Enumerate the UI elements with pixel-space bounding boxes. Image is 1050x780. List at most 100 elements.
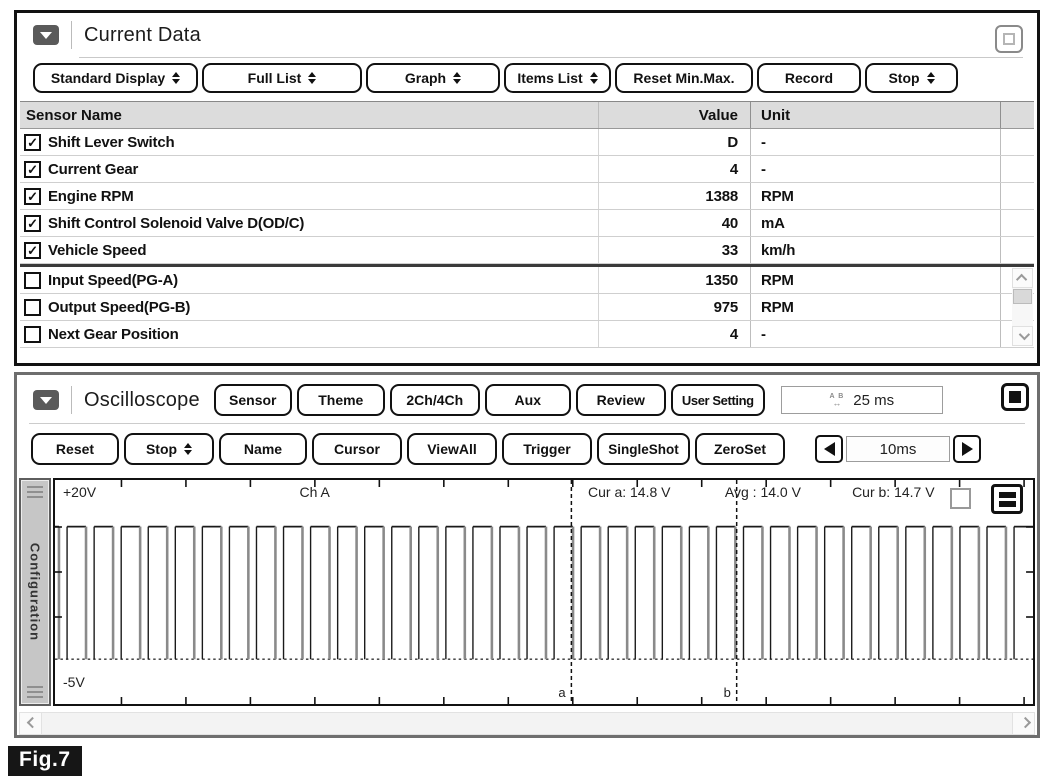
chevron-down-icon (1018, 329, 1029, 340)
row-checkbox[interactable]: ✓ (24, 134, 41, 151)
horizontal-scrollbar[interactable] (19, 712, 1035, 735)
cursor-button[interactable]: Cursor (312, 433, 402, 465)
scope-display[interactable]: +20V Ch A Cur a: 14.8 V Avg : 14.0 V Cur… (53, 478, 1035, 706)
sensor-value: 975 (598, 294, 750, 320)
title-divider (71, 21, 72, 49)
table-row[interactable]: Input Speed(PG-A) 1350 RPM (20, 267, 1034, 294)
reset-minmax-button[interactable]: Reset Min.Max. (615, 63, 753, 93)
view-mode-select[interactable]: Graph (366, 63, 500, 93)
restore-icon (1003, 33, 1015, 45)
window-toggle-button[interactable] (1001, 383, 1029, 411)
table-row[interactable]: ✓ Vehicle Speed 33 km/h (20, 237, 1034, 264)
table-row[interactable]: ✓ Engine RPM 1388 RPM (20, 183, 1034, 210)
updown-arrows-icon (172, 72, 180, 84)
cursor-a-marker[interactable]: a (558, 685, 565, 700)
chevron-right-icon (1019, 716, 1030, 727)
row-checkbox[interactable] (24, 272, 41, 289)
sensor-value: 4 (598, 321, 750, 347)
filled-square-icon (1009, 391, 1021, 403)
triangle-left-icon (824, 442, 835, 456)
row-checkbox[interactable]: ✓ (24, 161, 41, 178)
aux-button[interactable]: Aux (485, 384, 571, 416)
current-data-titlebar: Current Data (17, 13, 1037, 57)
theme-button[interactable]: Theme (297, 384, 385, 416)
run-state-select[interactable]: Stop (124, 433, 214, 465)
trigger-button[interactable]: Trigger (502, 433, 592, 465)
sensor-name-cell: ✓ Current Gear (20, 161, 598, 178)
cursor-b-marker[interactable]: b (724, 685, 731, 700)
sensor-unit: - (750, 129, 1000, 155)
cursor-a-readout: Cur a: 14.8 V (588, 484, 671, 500)
display-mode-select[interactable]: Standard Display (33, 63, 198, 93)
record-button[interactable]: Record (757, 63, 861, 93)
triangle-right-icon (962, 442, 973, 456)
scroll-right-button[interactable] (1012, 713, 1034, 734)
items-list-select[interactable]: Items List (504, 63, 611, 93)
table-row[interactable]: Next Gear Position 4 - (20, 321, 1034, 348)
updown-arrows-icon (184, 443, 192, 455)
timebase-readout: 10ms (846, 436, 950, 462)
run-state-select[interactable]: Stop (865, 63, 958, 93)
view-all-button[interactable]: ViewAll (407, 433, 497, 465)
collapse-button[interactable] (33, 25, 59, 45)
cursor-b-readout: Cur b: 14.7 V (852, 484, 935, 500)
chevron-left-icon (26, 716, 37, 727)
sensor-unit: RPM (750, 183, 1000, 209)
ab-cursor-time-icon: A B ↔ (829, 393, 844, 408)
row-gutter (1000, 156, 1034, 182)
sensor-name-cell: Output Speed(PG-B) (20, 299, 598, 316)
sensor-button[interactable]: Sensor (214, 384, 292, 416)
header-unit: Unit (750, 102, 1000, 128)
bars-icon (999, 492, 1016, 498)
name-button[interactable]: Name (219, 433, 307, 465)
sensor-name-cell: ✓ Engine RPM (20, 188, 598, 205)
sensor-unit: mA (750, 210, 1000, 236)
window-restore-button[interactable] (995, 25, 1023, 53)
table-row[interactable]: Output Speed(PG-B) 975 RPM (20, 294, 1034, 321)
figure-canvas: Current Data Standard Display Full List … (0, 0, 1050, 780)
user-setting-button[interactable]: User Setting (671, 384, 765, 416)
updown-arrows-icon (590, 72, 598, 84)
table-row[interactable]: ✓ Current Gear 4 - (20, 156, 1034, 183)
timebase-decrease-button[interactable] (815, 435, 843, 463)
sensor-name: Current Gear (48, 161, 138, 178)
chevron-down-icon (40, 397, 52, 404)
zero-set-button[interactable]: ZeroSet (695, 433, 785, 465)
row-checkbox[interactable] (24, 299, 41, 316)
channels-button[interactable]: 2Ch/4Ch (390, 384, 480, 416)
vertical-scrollbar[interactable] (1012, 268, 1033, 346)
scroll-thumb[interactable] (1013, 289, 1032, 304)
sensor-name-cell: ✓ Vehicle Speed (20, 242, 598, 259)
oscilloscope-toolbar-1: Sensor Theme 2Ch/4Ch Aux Review User Set… (214, 384, 765, 416)
row-checkbox[interactable]: ✓ (24, 188, 41, 205)
scroll-up-button[interactable] (1012, 268, 1033, 288)
row-checkbox[interactable] (24, 326, 41, 343)
scroll-down-button[interactable] (1012, 326, 1033, 346)
table-row[interactable]: ✓ Shift Control Solenoid Valve D(OD/C) 4… (20, 210, 1034, 237)
scope-checkbox[interactable] (950, 488, 971, 509)
list-mode-select[interactable]: Full List (202, 63, 362, 93)
configuration-tab[interactable]: Configuration (19, 478, 51, 706)
table-row[interactable]: ✓ Shift Lever Switch D - (20, 129, 1034, 156)
avg-readout: Avg : 14.0 V (725, 484, 801, 500)
scroll-left-button[interactable] (20, 713, 42, 734)
row-checkbox[interactable]: ✓ (24, 215, 41, 232)
sensor-value: D (598, 129, 750, 155)
row-gutter (1000, 183, 1034, 209)
oscilloscope-titlebar: Oscilloscope Sensor Theme 2Ch/4Ch Aux Re… (17, 375, 1037, 421)
collapse-button[interactable] (33, 390, 59, 410)
single-shot-button[interactable]: SingleShot (597, 433, 690, 465)
review-button[interactable]: Review (576, 384, 666, 416)
sensor-name-cell: Input Speed(PG-A) (20, 272, 598, 289)
reset-button[interactable]: Reset (31, 433, 119, 465)
display-mode-icon-button[interactable] (991, 484, 1023, 514)
sensor-table: Sensor Name Value Unit ✓ Shift Lever Swi… (20, 101, 1034, 348)
sensor-value: 1388 (598, 183, 750, 209)
updown-arrows-icon (453, 72, 461, 84)
chevron-down-icon (40, 32, 52, 39)
sensor-name-cell: ✓ Shift Lever Switch (20, 134, 598, 151)
configuration-tab-label: Configuration (28, 543, 43, 641)
sensor-unit: km/h (750, 237, 1000, 263)
timebase-increase-button[interactable] (953, 435, 981, 463)
row-checkbox[interactable]: ✓ (24, 242, 41, 259)
